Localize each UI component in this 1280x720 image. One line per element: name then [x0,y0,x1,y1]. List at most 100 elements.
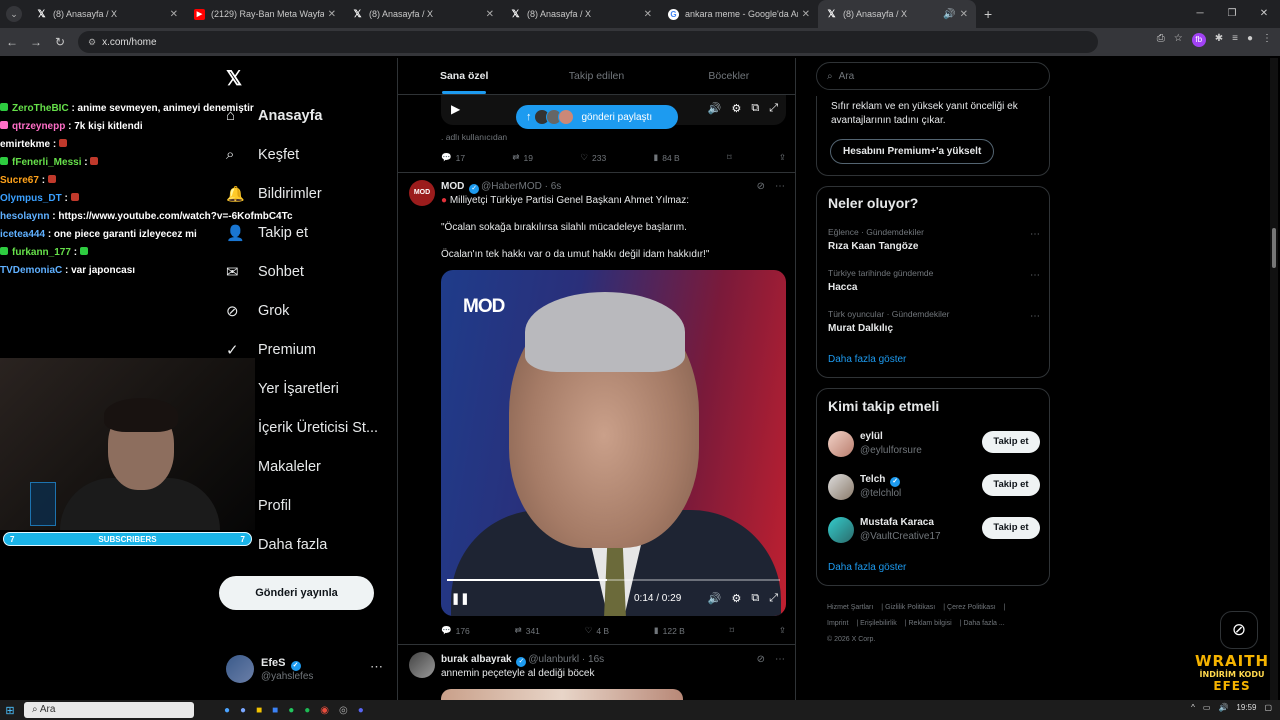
browser-tab[interactable]: 𝕏 (8) Anasayfa / X ✕ [28,0,186,28]
follow-button[interactable]: Takip et [982,517,1040,539]
windows-start-icon[interactable]: ⊞ [0,704,20,717]
x-logo-icon[interactable]: 𝕏 [226,66,242,91]
nav-grok[interactable]: ⊘ Grok [226,291,378,330]
trend-item[interactable]: Türkiye tarihinde gündemde Hacca ⋯ [828,268,1040,293]
spotify-icon[interactable]: ● [304,705,310,716]
browser-tab[interactable]: ▶ (2129) Ray-Ban Meta Wayfarer ✕ [186,0,344,28]
nav-premium[interactable]: ✓ Premium [226,330,378,369]
close-window-icon[interactable]: ✕ [1248,0,1280,28]
bookmark-button[interactable]: ⌑ [730,625,734,636]
more-dots-icon[interactable]: ⋯ [775,654,785,665]
page-scrollbar[interactable] [1270,58,1278,700]
nav-follow[interactable]: 👤 Takip et [226,213,378,252]
whatsapp-icon[interactable]: ● [288,705,294,716]
volume-icon[interactable]: 🔊 [708,592,722,605]
grok-icon[interactable]: ⊘ [757,654,765,665]
repost-button[interactable]: ⇄ 341 [515,625,540,636]
clock[interactable]: 19:59 [1236,703,1256,712]
fullscreen-icon[interactable]: ⤢ [769,592,778,605]
account-switcher[interactable]: EfeS ✓ @yahslefes ⋯ [226,655,383,683]
new-tab-button[interactable]: + [984,6,992,22]
outlook-icon[interactable]: ■ [272,705,278,716]
install-icon[interactable]: ⎙ [1157,33,1165,47]
volume-icon[interactable]: 🔊 [708,102,722,115]
post-image[interactable] [441,689,683,700]
browser-tab[interactable]: 𝕏 (8) Anasayfa / X ✕ [502,0,660,28]
show-more-link[interactable]: Daha fazla göster [828,562,906,573]
follow-suggestion[interactable]: Mustafa Karaca @VaultCreative17 Takip et [828,515,1040,549]
chevron-up-icon[interactable]: ^ [1191,703,1195,712]
back-icon[interactable]: ← [0,35,24,49]
close-icon[interactable]: ✕ [170,9,178,20]
reply-button[interactable]: 💬 17 [441,152,465,163]
discord-icon[interactable]: ● [358,705,364,716]
close-icon[interactable]: ✕ [960,9,968,20]
nav-more[interactable]: Daha fazla [226,525,378,564]
pip-icon[interactable]: ⧉ [751,592,759,605]
more-dots-icon[interactable]: ⋯ [1030,270,1040,281]
share-button[interactable]: ⇪ [779,152,786,163]
nav-home[interactable]: ⌂ Anasayfa [226,96,378,135]
more-dots-icon[interactable]: ⋯ [775,181,785,192]
pause-icon[interactable]: ❚❚ [451,592,469,605]
close-icon[interactable]: ✕ [644,9,652,20]
avatar[interactable]: MOD [409,180,435,206]
views-button[interactable]: ▮ 122 B [654,625,685,636]
nav-creator-studio[interactable]: İçerik Üreticisi St... [226,408,378,447]
obs-icon[interactable]: ◎ [339,705,348,716]
browser-tab[interactable]: Gankara meme - Google'da Ara ✕ [660,0,818,28]
follow-suggestion[interactable]: eylül @eylulforsure Takip et [828,429,1040,463]
play-icon[interactable]: ▶ [451,102,460,116]
nav-chat[interactable]: ✉ Sohbet [226,252,378,291]
forward-icon[interactable]: → [24,35,48,49]
premium-upgrade-button[interactable]: Hesabını Premium+'a yükselt [830,139,995,164]
follow-button[interactable]: Takip et [982,431,1040,453]
more-dots-icon[interactable]: ⋯ [1030,311,1040,322]
profile-icon[interactable]: ● [1247,33,1253,47]
edge-icon[interactable]: ● [224,705,230,716]
close-icon[interactable]: ✕ [802,9,810,20]
nav-bookmarks[interactable]: Yer İşaretleri [226,369,378,408]
tab-for-you[interactable]: Sana özel [398,58,530,94]
tab-bugs[interactable]: Böcekler [663,58,795,94]
search-input[interactable]: ⌕ Ara [816,62,1050,90]
follow-suggestion[interactable]: Telch ✓ @telchlol Takip et [828,472,1040,506]
url-field[interactable]: ⚙ x.com/home [78,31,1098,53]
browser-tab[interactable]: 𝕏 (8) Anasayfa / X ✕ [344,0,502,28]
close-icon[interactable]: ✕ [486,9,494,20]
nav-explore[interactable]: ⌕ Keşfet [226,135,378,174]
browser-tab-active[interactable]: 𝕏 (8) Anasayfa / X 🔊 ✕ [818,0,976,28]
close-icon[interactable]: ✕ [328,9,336,20]
settings-icon[interactable]: ⚙ [731,102,741,115]
more-dots-icon[interactable]: ⋯ [370,659,383,675]
grok-button[interactable]: ⊘ [1220,611,1258,649]
notification-icon[interactable]: ▢ [1264,703,1272,712]
share-button[interactable]: ⇪ [779,625,786,636]
bookmark-button[interactable]: ⌑ [727,152,731,163]
new-posts-pill[interactable]: ↑ gönderi paylaştı [516,105,678,129]
repost-button[interactable]: ⇄ 19 [512,152,533,163]
site-info-icon[interactable]: ⚙ [88,37,96,48]
extension-icon[interactable]: fb [1191,33,1206,47]
more-dots-icon[interactable]: ⋯ [1030,229,1040,240]
explorer-icon[interactable]: ■ [256,705,262,716]
puzzle-icon[interactable]: ✱ [1215,33,1223,47]
video-progress[interactable] [447,579,780,581]
menu-icon[interactable]: ⋮ [1262,33,1272,47]
trend-item[interactable]: Türk oyuncular · Gündemdekiler Murat Dal… [828,309,1040,334]
media-icon[interactable]: ≡ [1232,33,1238,47]
views-button[interactable]: ▮ 84 B [654,152,680,163]
nav-notifications[interactable]: 🔔 Bildirimler [226,174,378,213]
show-more-link[interactable]: Daha fazla göster [828,354,906,365]
tab-search-button[interactable]: ⌄ [6,6,22,22]
chrome-icon[interactable]: ◉ [320,705,329,716]
settings-icon[interactable]: ⚙ [731,592,741,605]
minimize-icon[interactable]: ─ [1184,0,1216,28]
tab-following[interactable]: Takip edilen [530,58,662,94]
video-player[interactable]: MOD ❚❚ 0:14 / 0:29 🔊 ⚙ ⧉ ⤢ [441,270,786,616]
avatar[interactable] [409,652,435,678]
reply-button[interactable]: 💬 176 [441,625,470,636]
volume-icon[interactable]: 🔊 [1218,703,1228,712]
photos-icon[interactable]: ● [240,705,246,716]
nav-articles[interactable]: Makaleler [226,447,378,486]
